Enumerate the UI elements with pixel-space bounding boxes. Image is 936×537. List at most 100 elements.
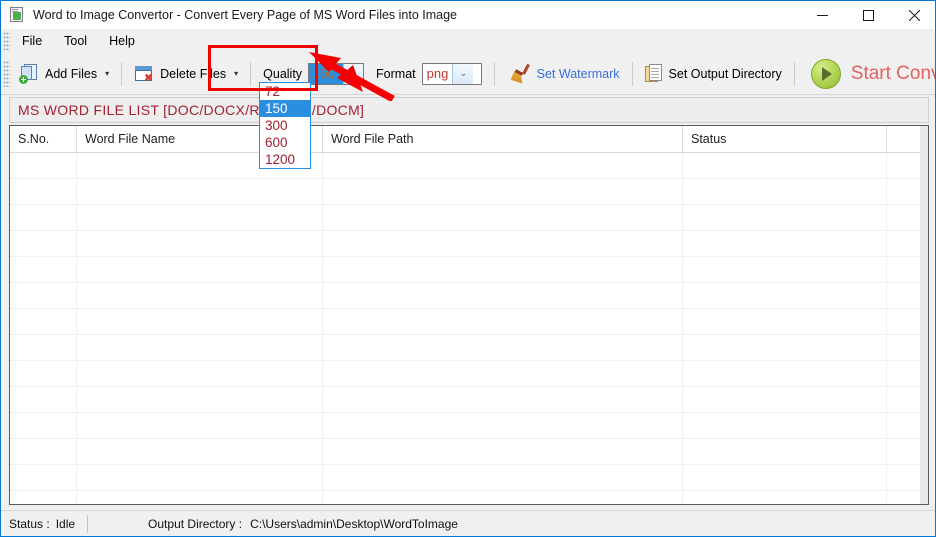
column-header-sno[interactable]: S.No. bbox=[10, 126, 77, 152]
table-row[interactable] bbox=[10, 439, 928, 465]
start-conversion-button[interactable]: Start Conversion bbox=[805, 55, 935, 93]
format-value[interactable]: png bbox=[423, 64, 453, 84]
table-cell[interactable] bbox=[10, 335, 77, 360]
table-cell[interactable] bbox=[77, 491, 323, 504]
menu-grip-handle[interactable] bbox=[3, 32, 10, 50]
table-cell[interactable] bbox=[10, 439, 77, 464]
table-cell[interactable] bbox=[683, 335, 887, 360]
table-cell[interactable] bbox=[10, 413, 77, 438]
table-cell[interactable] bbox=[77, 309, 323, 334]
table-cell[interactable] bbox=[683, 257, 887, 282]
table-cell[interactable] bbox=[77, 335, 323, 360]
quality-option-1200[interactable]: 1200 bbox=[260, 151, 310, 168]
toolbar-grip-handle[interactable] bbox=[3, 60, 10, 87]
table-row[interactable] bbox=[10, 413, 928, 439]
table-cell[interactable] bbox=[683, 491, 887, 504]
quality-option-150[interactable]: 150 bbox=[260, 100, 310, 117]
minimize-button[interactable] bbox=[799, 1, 845, 29]
table-cell[interactable] bbox=[10, 491, 77, 504]
table-cell[interactable] bbox=[323, 491, 683, 504]
table-cell[interactable] bbox=[683, 205, 887, 230]
format-chevron-down-icon[interactable]: ⌄ bbox=[452, 63, 474, 84]
table-cell[interactable] bbox=[10, 283, 77, 308]
table-cell[interactable] bbox=[77, 465, 323, 490]
table-row[interactable] bbox=[10, 309, 928, 335]
table-cell[interactable] bbox=[323, 309, 683, 334]
quality-chevron-down-icon[interactable]: ⌄ bbox=[343, 63, 364, 84]
table-row[interactable] bbox=[10, 465, 928, 491]
table-cell[interactable] bbox=[683, 387, 887, 412]
table-cell[interactable] bbox=[10, 205, 77, 230]
table-cell[interactable] bbox=[10, 309, 77, 334]
table-cell[interactable] bbox=[323, 439, 683, 464]
word-file-grid[interactable]: S.No. Word File Name Word File Path Stat… bbox=[9, 125, 929, 505]
table-row[interactable] bbox=[10, 491, 928, 504]
column-header-status[interactable]: Status bbox=[683, 126, 887, 152]
table-cell[interactable] bbox=[10, 257, 77, 282]
quality-option-72[interactable]: 72 bbox=[260, 83, 310, 100]
column-header-word-file-path[interactable]: Word File Path bbox=[323, 126, 683, 152]
add-files-button[interactable]: Add Files ▾ bbox=[13, 60, 115, 88]
table-cell[interactable] bbox=[683, 361, 887, 386]
maximize-button[interactable] bbox=[845, 1, 891, 29]
set-watermark-button[interactable]: Set Watermark bbox=[501, 58, 626, 90]
table-cell[interactable] bbox=[10, 387, 77, 412]
quality-dropdown-list[interactable]: 72 150 300 600 1200 bbox=[259, 82, 311, 169]
table-cell[interactable] bbox=[77, 231, 323, 256]
table-cell[interactable] bbox=[683, 465, 887, 490]
table-cell[interactable] bbox=[10, 465, 77, 490]
table-cell[interactable] bbox=[683, 179, 887, 204]
table-cell[interactable] bbox=[683, 283, 887, 308]
table-cell[interactable] bbox=[323, 361, 683, 386]
quality-value[interactable]: 150 bbox=[309, 63, 344, 84]
table-row[interactable] bbox=[10, 257, 928, 283]
table-cell[interactable] bbox=[683, 439, 887, 464]
table-cell[interactable] bbox=[10, 153, 77, 178]
set-output-directory-button[interactable]: Set Output Directory bbox=[639, 60, 788, 88]
table-cell[interactable] bbox=[323, 231, 683, 256]
table-cell[interactable] bbox=[77, 205, 323, 230]
table-row[interactable] bbox=[10, 153, 928, 179]
table-cell[interactable] bbox=[77, 179, 323, 204]
add-files-caret-icon[interactable]: ▾ bbox=[105, 69, 109, 78]
table-cell[interactable] bbox=[323, 413, 683, 438]
table-cell[interactable] bbox=[323, 257, 683, 282]
quality-combobox[interactable]: 150 ⌄ bbox=[308, 62, 365, 85]
table-cell[interactable] bbox=[10, 361, 77, 386]
delete-files-caret-icon[interactable]: ▾ bbox=[234, 69, 238, 78]
table-cell[interactable] bbox=[77, 413, 323, 438]
table-row[interactable] bbox=[10, 179, 928, 205]
grid-body[interactable] bbox=[10, 153, 928, 504]
close-button[interactable] bbox=[891, 1, 935, 29]
table-cell[interactable] bbox=[77, 439, 323, 464]
table-cell[interactable] bbox=[323, 335, 683, 360]
table-cell[interactable] bbox=[683, 153, 887, 178]
table-cell[interactable] bbox=[10, 179, 77, 204]
table-cell[interactable] bbox=[10, 231, 77, 256]
table-row[interactable] bbox=[10, 361, 928, 387]
table-cell[interactable] bbox=[683, 413, 887, 438]
table-cell[interactable] bbox=[323, 283, 683, 308]
format-combobox[interactable]: png ⌄ bbox=[421, 62, 482, 85]
delete-files-button[interactable]: ✖ Delete Files ▾ bbox=[128, 61, 244, 87]
table-cell[interactable] bbox=[77, 257, 323, 282]
table-cell[interactable] bbox=[77, 283, 323, 308]
table-cell[interactable] bbox=[683, 309, 887, 334]
table-cell[interactable] bbox=[683, 231, 887, 256]
table-row[interactable] bbox=[10, 205, 928, 231]
table-row[interactable] bbox=[10, 231, 928, 257]
grid-vertical-scrollbar[interactable] bbox=[920, 126, 928, 504]
menu-item-file[interactable]: File bbox=[12, 31, 52, 51]
menu-item-help[interactable]: Help bbox=[99, 31, 145, 51]
table-row[interactable] bbox=[10, 283, 928, 309]
table-cell[interactable] bbox=[323, 205, 683, 230]
table-row[interactable] bbox=[10, 387, 928, 413]
table-cell[interactable] bbox=[77, 387, 323, 412]
quality-option-300[interactable]: 300 bbox=[260, 117, 310, 134]
menu-item-tool[interactable]: Tool bbox=[54, 31, 97, 51]
table-cell[interactable] bbox=[323, 465, 683, 490]
quality-option-600[interactable]: 600 bbox=[260, 134, 310, 151]
table-cell[interactable] bbox=[77, 361, 323, 386]
table-row[interactable] bbox=[10, 335, 928, 361]
table-cell[interactable] bbox=[323, 387, 683, 412]
